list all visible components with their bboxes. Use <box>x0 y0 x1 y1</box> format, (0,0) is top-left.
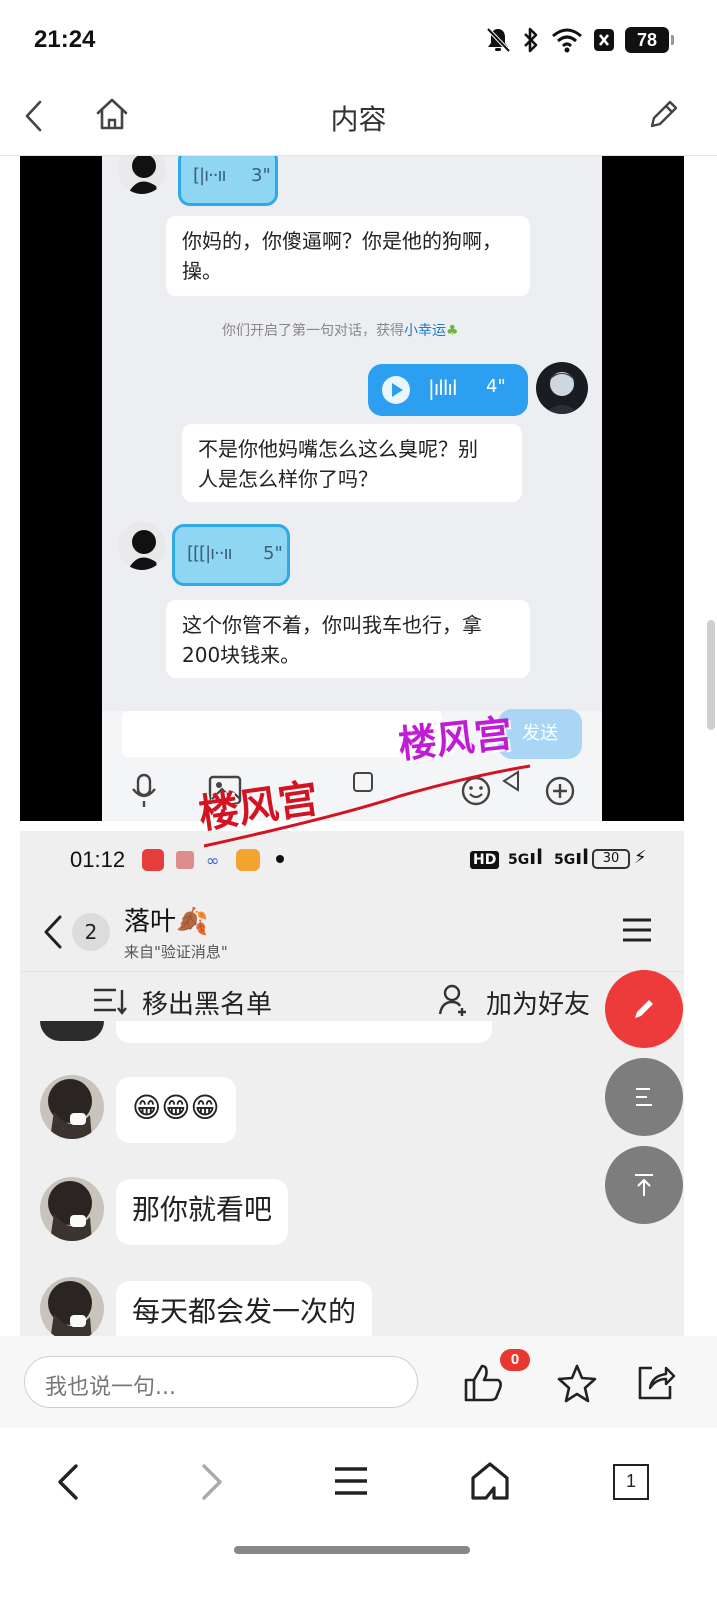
page-title: 内容 <box>330 103 387 136</box>
voice-wave-icon: [[[|ı··ıı <box>187 543 233 564</box>
nfc-icon <box>594 29 614 51</box>
scrollbar[interactable] <box>707 620 715 730</box>
message-bubble: 每天都会发一次的 <box>116 1281 373 1336</box>
charging-icon: ⚡ <box>634 847 647 868</box>
contact-name: 落叶🍂 <box>124 907 209 937</box>
chat-screenshot-1: [|ı··ıı 3" 你妈的，你傻逼啊？你是他的狗啊， 操。 你们开启了第一句对… <box>102 156 602 821</box>
avatar <box>536 362 588 414</box>
battery-icon: 30 <box>592 849 630 869</box>
chat-screenshot-2: 01:12 ∞ HD 5Gıl 5Gıl 30 ⚡ 2 落叶🍂 来自"验证消息" <box>20 831 684 1336</box>
outline-fab-button[interactable] <box>605 1058 683 1136</box>
message-line: 200块钱来。 <box>182 643 301 667</box>
avatar <box>118 156 166 194</box>
voice-duration: 3" <box>251 165 271 186</box>
comment-bar: 我也说一句... 0 <box>0 1336 717 1428</box>
share-icon[interactable] <box>634 1362 676 1404</box>
message-text: 这个你管不着，你叫我车也行，拿 200块钱来。 <box>166 600 530 678</box>
watermark-swoosh <box>203 764 531 848</box>
message-text: 你妈的，你傻逼啊？你是他的狗啊， 操。 <box>166 216 530 296</box>
contact-source: 来自"验证消息" <box>124 943 228 961</box>
voice-duration: 5" <box>263 543 283 564</box>
back-to-top-icon <box>635 1174 653 1196</box>
voice-wave-icon: [|ı··ıı <box>193 165 227 186</box>
outline-icon <box>636 1088 652 1106</box>
bell-off-icon <box>486 27 511 53</box>
clover-icon: ♣ <box>446 323 459 339</box>
menu-icon[interactable] <box>620 915 654 945</box>
bluetooth-icon <box>524 27 538 53</box>
play-icon <box>382 376 410 404</box>
list-remove-icon <box>94 988 127 1015</box>
avatar <box>40 1277 104 1336</box>
back-to-top-button[interactable] <box>605 1146 683 1224</box>
tabs-icon[interactable]: 1 <box>613 1464 649 1500</box>
avatar <box>40 1075 104 1139</box>
thumbs-up-icon[interactable] <box>462 1360 504 1404</box>
voice-duration: 4" <box>486 376 506 397</box>
plus-circle-icon[interactable] <box>544 775 576 807</box>
message-line: 你妈的，你傻逼啊？你是他的狗啊， <box>182 229 502 253</box>
microphone-icon[interactable] <box>130 773 158 809</box>
app-icon <box>176 851 194 869</box>
pencil-icon <box>635 1000 653 1018</box>
lucky-highlight: 小幸运 <box>404 323 446 339</box>
message-bubble: 那你就看吧 <box>116 1179 289 1245</box>
dot-icon <box>276 855 284 863</box>
message-bubble-partial <box>116 1021 492 1043</box>
add-friend-button[interactable]: 加为好友 <box>486 984 590 1021</box>
wifi-icon <box>552 28 582 53</box>
voice-message[interactable]: [[[|ı··ıı 5" <box>172 524 290 586</box>
menu-icon[interactable] <box>332 1464 370 1498</box>
message-line: 不是你他妈嘴怎么这么臭呢？别 <box>198 437 478 461</box>
unread-count-badge: 2 <box>72 913 110 951</box>
star-icon[interactable] <box>556 1362 598 1404</box>
status-bar: 21:24 78 <box>0 0 717 80</box>
top-nav: 内容 <box>0 80 717 156</box>
avatar <box>40 1177 104 1241</box>
signal-icon: 5Gıl <box>554 845 589 869</box>
music-app-icon <box>142 849 164 871</box>
avatar <box>40 1021 104 1041</box>
back-arrow-icon[interactable] <box>52 1462 84 1502</box>
forward-arrow-icon[interactable] <box>196 1462 228 1502</box>
voice-wave-icon: |ıllıl <box>428 376 458 400</box>
avatar <box>118 522 166 570</box>
home-icon[interactable] <box>468 1460 512 1502</box>
home-indicator[interactable] <box>234 1546 470 1554</box>
back-icon[interactable] <box>42 913 64 951</box>
remove-blacklist-button[interactable]: 移出黑名单 <box>142 984 272 1021</box>
message-bubble: 😁😁😁 <box>116 1077 236 1143</box>
voice-message[interactable]: |ıllıl 4" <box>368 364 528 416</box>
status-time: 01:12 <box>70 847 126 872</box>
bottom-nav: 1 <box>0 1428 717 1600</box>
message-text: 不是你他妈嘴怎么这么臭呢？别 人是怎么样你了吗？ <box>182 424 522 502</box>
add-user-icon <box>438 984 466 1016</box>
comment-input[interactable]: 我也说一句... <box>24 1356 418 1408</box>
system-tip: 你们开启了第一句对话，获得小幸运♣ <box>222 323 459 339</box>
status-time: 21:24 <box>34 26 96 53</box>
message-line: 操。 <box>182 259 222 283</box>
status-icons: 78 <box>485 24 674 56</box>
edit-icon[interactable] <box>646 96 682 132</box>
message-line: 人是怎么样你了吗？ <box>198 467 378 491</box>
app-root: 21:24 78 内容 [|ı··ıı 3" 你妈的，你傻逼啊？你是他的狗啊， … <box>0 0 717 1600</box>
post-content: [|ı··ıı 3" 你妈的，你傻逼啊？你是他的狗啊， 操。 你们开启了第一句对… <box>20 156 684 1336</box>
battery-icon: 78 <box>625 27 674 53</box>
chat-header: 2 落叶🍂 来自"验证消息" <box>20 891 684 971</box>
voice-message[interactable]: [|ı··ıı 3" <box>178 156 278 206</box>
edit-fab-button[interactable] <box>605 970 683 1048</box>
message-line: 这个你管不着，你叫我车也行，拿 <box>182 613 482 637</box>
like-count-badge: 0 <box>500 1349 530 1371</box>
